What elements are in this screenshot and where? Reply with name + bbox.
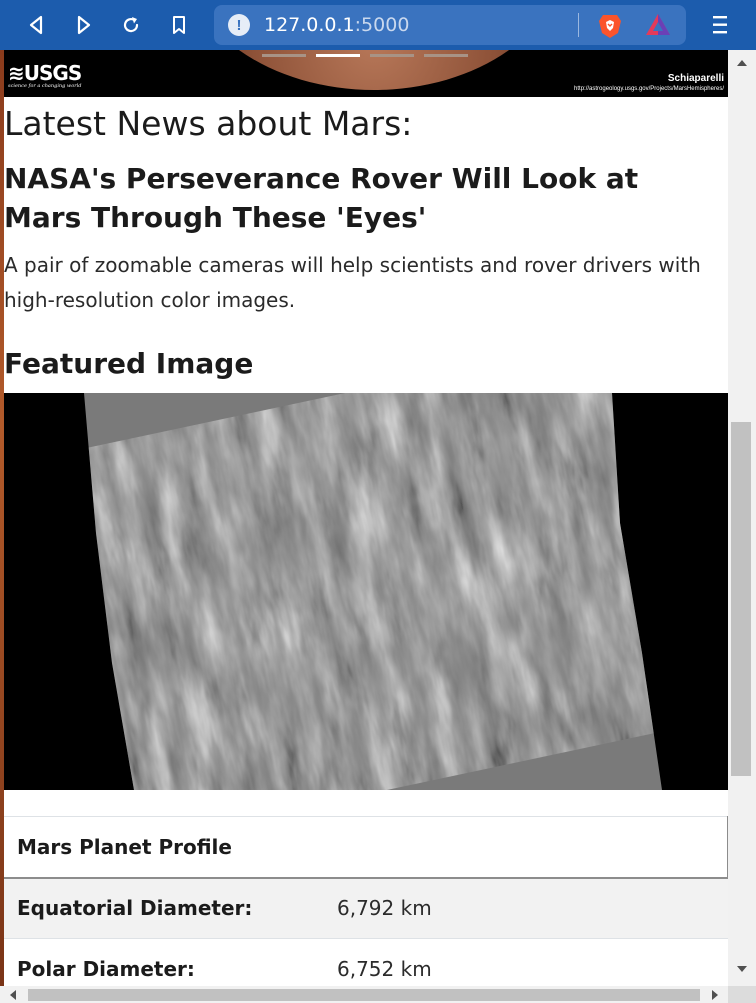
url-divider — [578, 13, 579, 37]
scroll-up-icon[interactable] — [737, 60, 747, 66]
carousel-indicator-active[interactable] — [316, 54, 360, 57]
usgs-logo: ≋USGS science for a changing world — [8, 61, 82, 89]
news-article-teaser: A pair of zoomable cameras will help sci… — [4, 253, 701, 312]
scroll-right-icon[interactable] — [712, 990, 718, 1000]
hemisphere-carousel[interactable]: ≋USGS science for a changing world Schia… — [4, 50, 728, 97]
forward-arrow-icon — [77, 15, 91, 35]
news-article-title: NASA's Perseverance Rover Will Look at M… — [4, 162, 639, 234]
facts-table-header: Mars Planet Profile — [4, 816, 728, 879]
scroll-down-icon[interactable] — [737, 966, 747, 972]
bookmark-button[interactable] — [162, 8, 196, 42]
featured-image[interactable] — [4, 393, 728, 790]
carousel-indicator[interactable] — [262, 54, 306, 57]
scroll-left-icon[interactable] — [10, 990, 16, 1000]
fact-value: 6,792 km — [324, 877, 728, 939]
reload-button[interactable] — [114, 8, 148, 42]
back-arrow-icon — [29, 15, 43, 35]
carousel-caption-link: http://astrogeology.usgs.gov/Projects/Ma… — [574, 86, 724, 92]
horizontal-scroll-thumb[interactable] — [28, 989, 700, 1001]
carousel-indicator[interactable] — [370, 54, 414, 57]
forward-button[interactable] — [66, 8, 100, 42]
mars-facts-table: Mars Planet Profile Equatorial Diameter:… — [4, 816, 728, 1000]
table-row: Equatorial Diameter: 6,792 km — [4, 877, 728, 939]
vertical-scrollbar[interactable] — [728, 50, 756, 986]
carousel-indicators — [262, 54, 468, 57]
browser-toolbar: ! 127.0.0.1:5000 — [0, 0, 756, 50]
url-text[interactable]: 127.0.0.1:5000 — [264, 14, 409, 36]
news-section-heading: Latest News about Mars: — [4, 104, 413, 143]
featured-image-heading: Featured Image — [4, 347, 254, 380]
rewards-triangle-icon[interactable] — [644, 11, 672, 39]
scrollbar-corner — [728, 986, 756, 1003]
back-button[interactable] — [20, 8, 54, 42]
fact-label: Equatorial Diameter: — [4, 877, 324, 939]
bookmark-icon — [173, 16, 185, 34]
page-viewport: ≋USGS science for a changing world Schia… — [0, 50, 756, 1003]
carousel-caption-title: Schiaparelli — [667, 73, 724, 84]
info-icon[interactable]: ! — [228, 14, 250, 36]
address-bar[interactable]: ! 127.0.0.1:5000 — [214, 5, 686, 45]
reload-icon — [123, 17, 139, 33]
brave-lion-icon[interactable] — [596, 11, 624, 39]
hamburger-menu-icon[interactable] — [706, 11, 734, 39]
mars-dunes-image — [4, 393, 728, 790]
carousel-indicator[interactable] — [424, 54, 468, 57]
horizontal-scrollbar[interactable] — [0, 986, 728, 1003]
carousel-caption: Schiaparelli http://astrogeology.usgs.go… — [574, 73, 724, 93]
vertical-scroll-thumb[interactable] — [731, 422, 751, 776]
usgs-wave-icon: ≋ — [8, 61, 25, 85]
